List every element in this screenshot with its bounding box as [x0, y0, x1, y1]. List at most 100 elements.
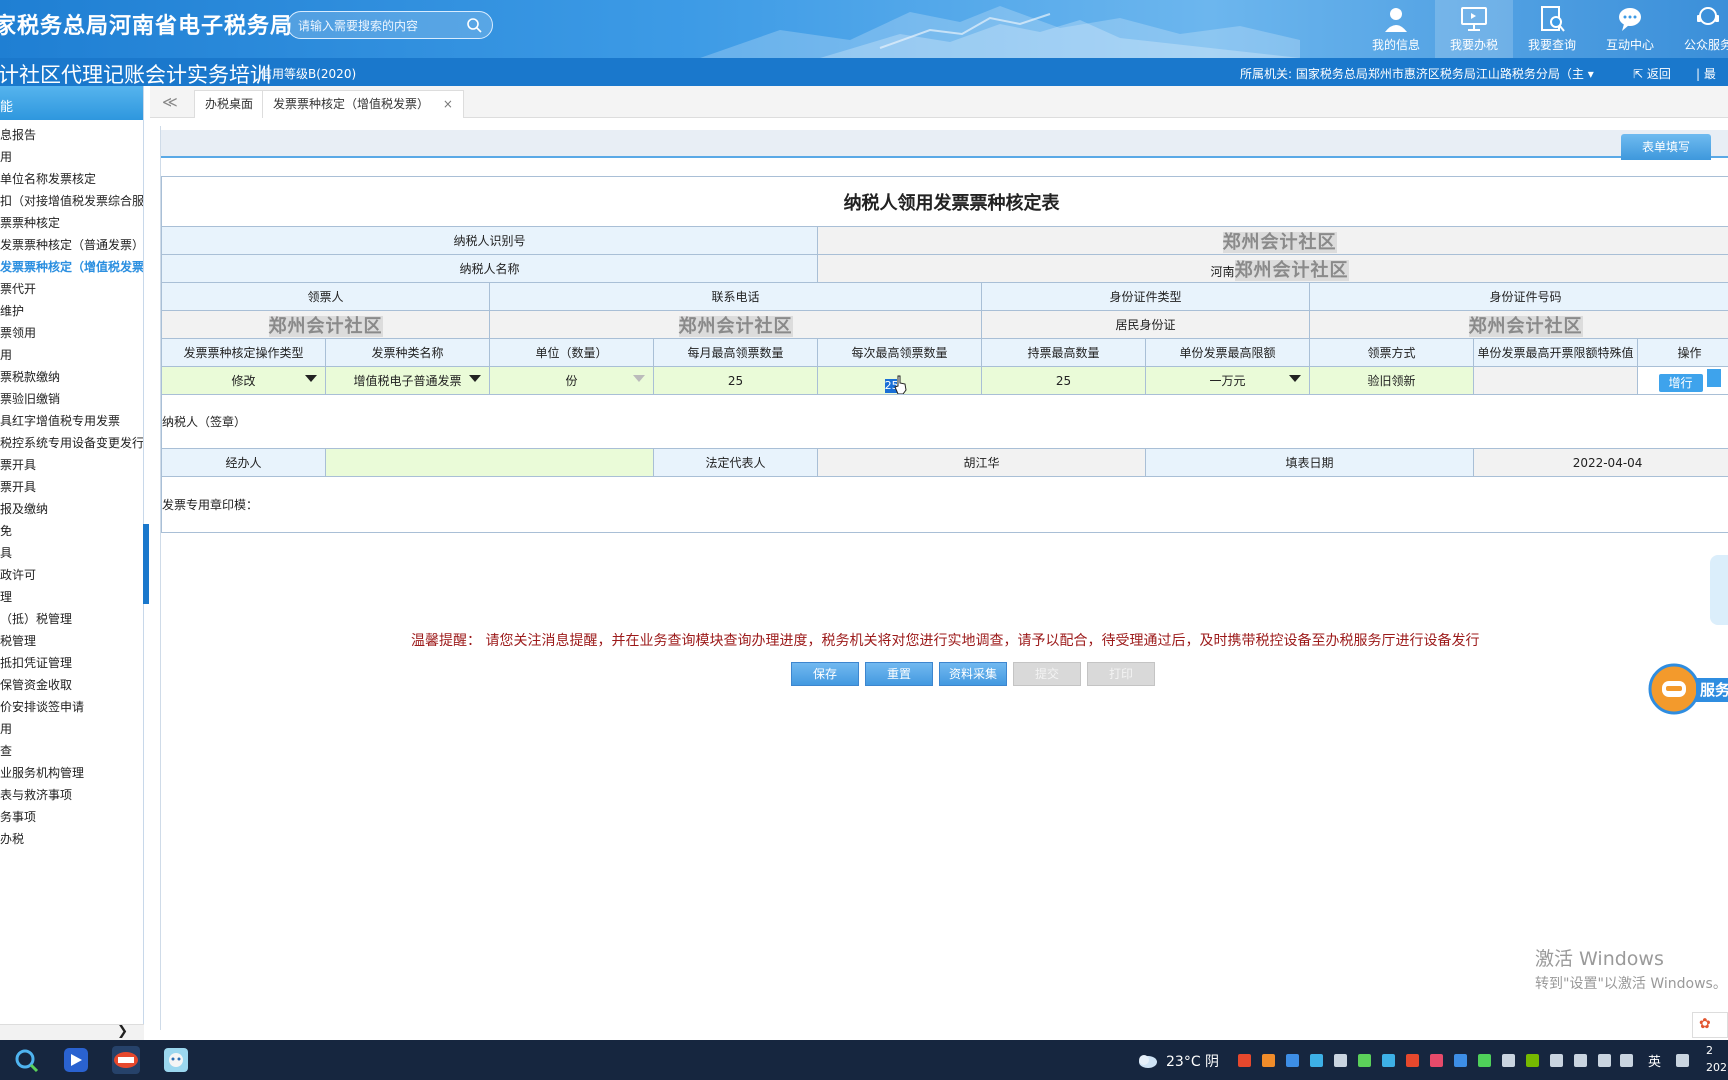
sidebar-item[interactable]: 票税款缴纳 — [0, 366, 143, 388]
sidebar-item[interactable]: 办税 — [0, 828, 143, 850]
sidebar-item[interactable]: 票开具 — [0, 476, 143, 498]
search-icon[interactable] — [466, 17, 482, 33]
tray-icon[interactable] — [1238, 1054, 1251, 1067]
tray-icon[interactable] — [1430, 1054, 1443, 1067]
sidebar-item[interactable]: 保管资金收取 — [0, 674, 143, 696]
sidebar-collapse-handle[interactable] — [143, 524, 149, 604]
tab-invoice-type-approval[interactable]: 发票票种核定（增值税发票） × — [262, 90, 464, 118]
sidebar-item[interactable]: 表与救济事项 — [0, 784, 143, 806]
sidebar-item[interactable]: 价安排谈签申请 — [0, 696, 143, 718]
tray-icon[interactable] — [1454, 1054, 1467, 1067]
sidebar-item[interactable]: 用 — [0, 718, 143, 740]
search-input[interactable] — [298, 17, 458, 35]
search-box[interactable] — [287, 11, 493, 39]
tray-icon[interactable] — [1358, 1054, 1371, 1067]
sidebar-item[interactable]: 发票票种核定（增值税发票） — [0, 256, 143, 278]
org-name: 计社区代理记账会计实务培训 — [0, 63, 271, 87]
sidebar-item[interactable]: 发票票种核定（普通发票） — [0, 234, 143, 256]
input-language[interactable]: 英 — [1648, 1051, 1661, 1070]
dropdown-arrow-icon[interactable] — [469, 375, 481, 382]
close-icon[interactable]: × — [443, 97, 453, 111]
wifi-icon[interactable] — [1598, 1054, 1611, 1067]
sidebar-item[interactable]: 单位名称发票核定 — [0, 168, 143, 190]
unit-select[interactable]: 份 — [489, 366, 654, 395]
tray-icon[interactable] — [1478, 1054, 1491, 1067]
dropdown-arrow-icon[interactable] — [633, 375, 645, 382]
weather-text[interactable]: 23°C 阴 — [1166, 1051, 1219, 1071]
notification-icon[interactable] — [1676, 1054, 1689, 1067]
hold-max-input[interactable]: 25 — [981, 366, 1146, 395]
sidebar-item[interactable]: 报及缴纳 — [0, 498, 143, 520]
sidebar-item[interactable]: 息报告 — [0, 124, 143, 146]
search-icon[interactable] — [12, 1046, 40, 1074]
sidebar-item[interactable]: 用 — [0, 344, 143, 366]
print-button[interactable]: 打印 — [1087, 662, 1155, 686]
volume-icon[interactable] — [1620, 1054, 1633, 1067]
sidebar-item[interactable]: 查 — [0, 740, 143, 762]
clock[interactable]: 2 202 — [1706, 1042, 1727, 1076]
tray-icon[interactable] — [1526, 1054, 1539, 1067]
sidebar-scrollbar[interactable]: ❯ — [0, 1024, 144, 1040]
sidebar-item[interactable]: 业服务机构管理 — [0, 762, 143, 784]
save-button[interactable]: 保存 — [791, 662, 859, 686]
collect-docs-button[interactable]: 资料采集 — [939, 662, 1007, 686]
monthly-max-input[interactable]: 25 — [653, 366, 818, 395]
sidebar-item[interactable]: 税管理 — [0, 630, 143, 652]
sidebar-item[interactable]: 扣（对接增值税发票综合服 — [0, 190, 143, 212]
paw-icon[interactable]: ✿ — [1692, 1012, 1728, 1038]
tab-form-fill[interactable]: 表单填写 — [1621, 134, 1711, 160]
agent-input[interactable] — [325, 448, 654, 477]
sidebar-item[interactable]: 票票种核定 — [0, 212, 143, 234]
tab-tax-desktop[interactable]: 办税桌面 — [194, 90, 265, 118]
sidebar-item[interactable]: 理 — [0, 586, 143, 608]
dropdown-arrow-icon[interactable] — [1289, 375, 1301, 382]
sidebar-item[interactable]: 具红字增值税专用发票 — [0, 410, 143, 432]
nav-tax-handling[interactable]: 我要办税 — [1435, 0, 1513, 58]
sidebar-item[interactable]: 务事项 — [0, 806, 143, 828]
tray-icon[interactable] — [1310, 1054, 1323, 1067]
tray-icon[interactable] — [1406, 1054, 1419, 1067]
per-time-max-input[interactable]: 25 — [817, 366, 982, 395]
sidebar-item[interactable]: 票代开 — [0, 278, 143, 300]
app-red-icon[interactable] — [112, 1046, 140, 1074]
sidebar-item[interactable]: 政许可 — [0, 564, 143, 586]
tray-icon[interactable] — [1262, 1054, 1275, 1067]
tray-icon[interactable] — [1334, 1054, 1347, 1067]
invoice-kind-select[interactable]: 增值税电子普通发票 — [325, 366, 490, 395]
add-row-button[interactable]: 增行 — [1658, 374, 1703, 392]
sidebar-item[interactable]: 票验旧缴销 — [0, 388, 143, 410]
nav-interaction-center[interactable]: 互动中心 — [1591, 0, 1669, 58]
sidebar-item[interactable]: （抵）税管理 — [0, 608, 143, 630]
nav-my-info[interactable]: 我的信息 — [1357, 0, 1435, 58]
dropdown-arrow-icon[interactable] — [305, 375, 317, 382]
tray-icon[interactable] — [1502, 1054, 1515, 1067]
sidebar-item[interactable]: 免 — [0, 520, 143, 542]
op-type-select[interactable]: 修改 — [161, 366, 326, 395]
tray-icon[interactable] — [1286, 1054, 1299, 1067]
sidebar-item[interactable]: 抵扣凭证管理 — [0, 652, 143, 674]
single-limit-select[interactable]: 一万元 — [1145, 366, 1310, 395]
delete-row-button[interactable] — [1706, 369, 1721, 387]
tax-office-selector[interactable]: 所属机关: 国家税务总局郑州市惠济区税务局江山路税务分局（主 ▾ — [1240, 65, 1594, 82]
nav-public-service[interactable]: 公众服务 — [1669, 0, 1728, 58]
submit-button[interactable]: 提交 — [1013, 662, 1081, 686]
reset-button[interactable]: 重置 — [865, 662, 933, 686]
app-blue-icon[interactable] — [62, 1046, 90, 1074]
side-float-widget[interactable] — [1710, 555, 1728, 625]
chevron-right-icon[interactable]: ❯ — [117, 1024, 128, 1039]
sidebar-item[interactable]: 维护 — [0, 300, 143, 322]
tray-icon[interactable] — [1382, 1054, 1395, 1067]
tray-icon[interactable] — [1550, 1054, 1563, 1067]
sidebar-item[interactable]: 票领用 — [0, 322, 143, 344]
logout-link[interactable]: | 最 — [1696, 65, 1716, 82]
sidebar-item[interactable]: 票开具 — [0, 454, 143, 476]
back-link[interactable]: ⇱ 返回 — [1633, 65, 1671, 82]
sidebar-item[interactable]: 具 — [0, 542, 143, 564]
app-character-icon[interactable] — [162, 1046, 190, 1074]
tab-scroll-left-icon[interactable]: ≪ — [162, 93, 178, 111]
nav-query[interactable]: 我要查询 — [1513, 0, 1591, 58]
online-service-button[interactable]: 服务 — [1648, 663, 1728, 715]
sidebar-item[interactable]: 税控系统专用设备变更发行 — [0, 432, 143, 454]
tray-icon[interactable] — [1574, 1054, 1587, 1067]
sidebar-item[interactable]: 用 — [0, 146, 143, 168]
